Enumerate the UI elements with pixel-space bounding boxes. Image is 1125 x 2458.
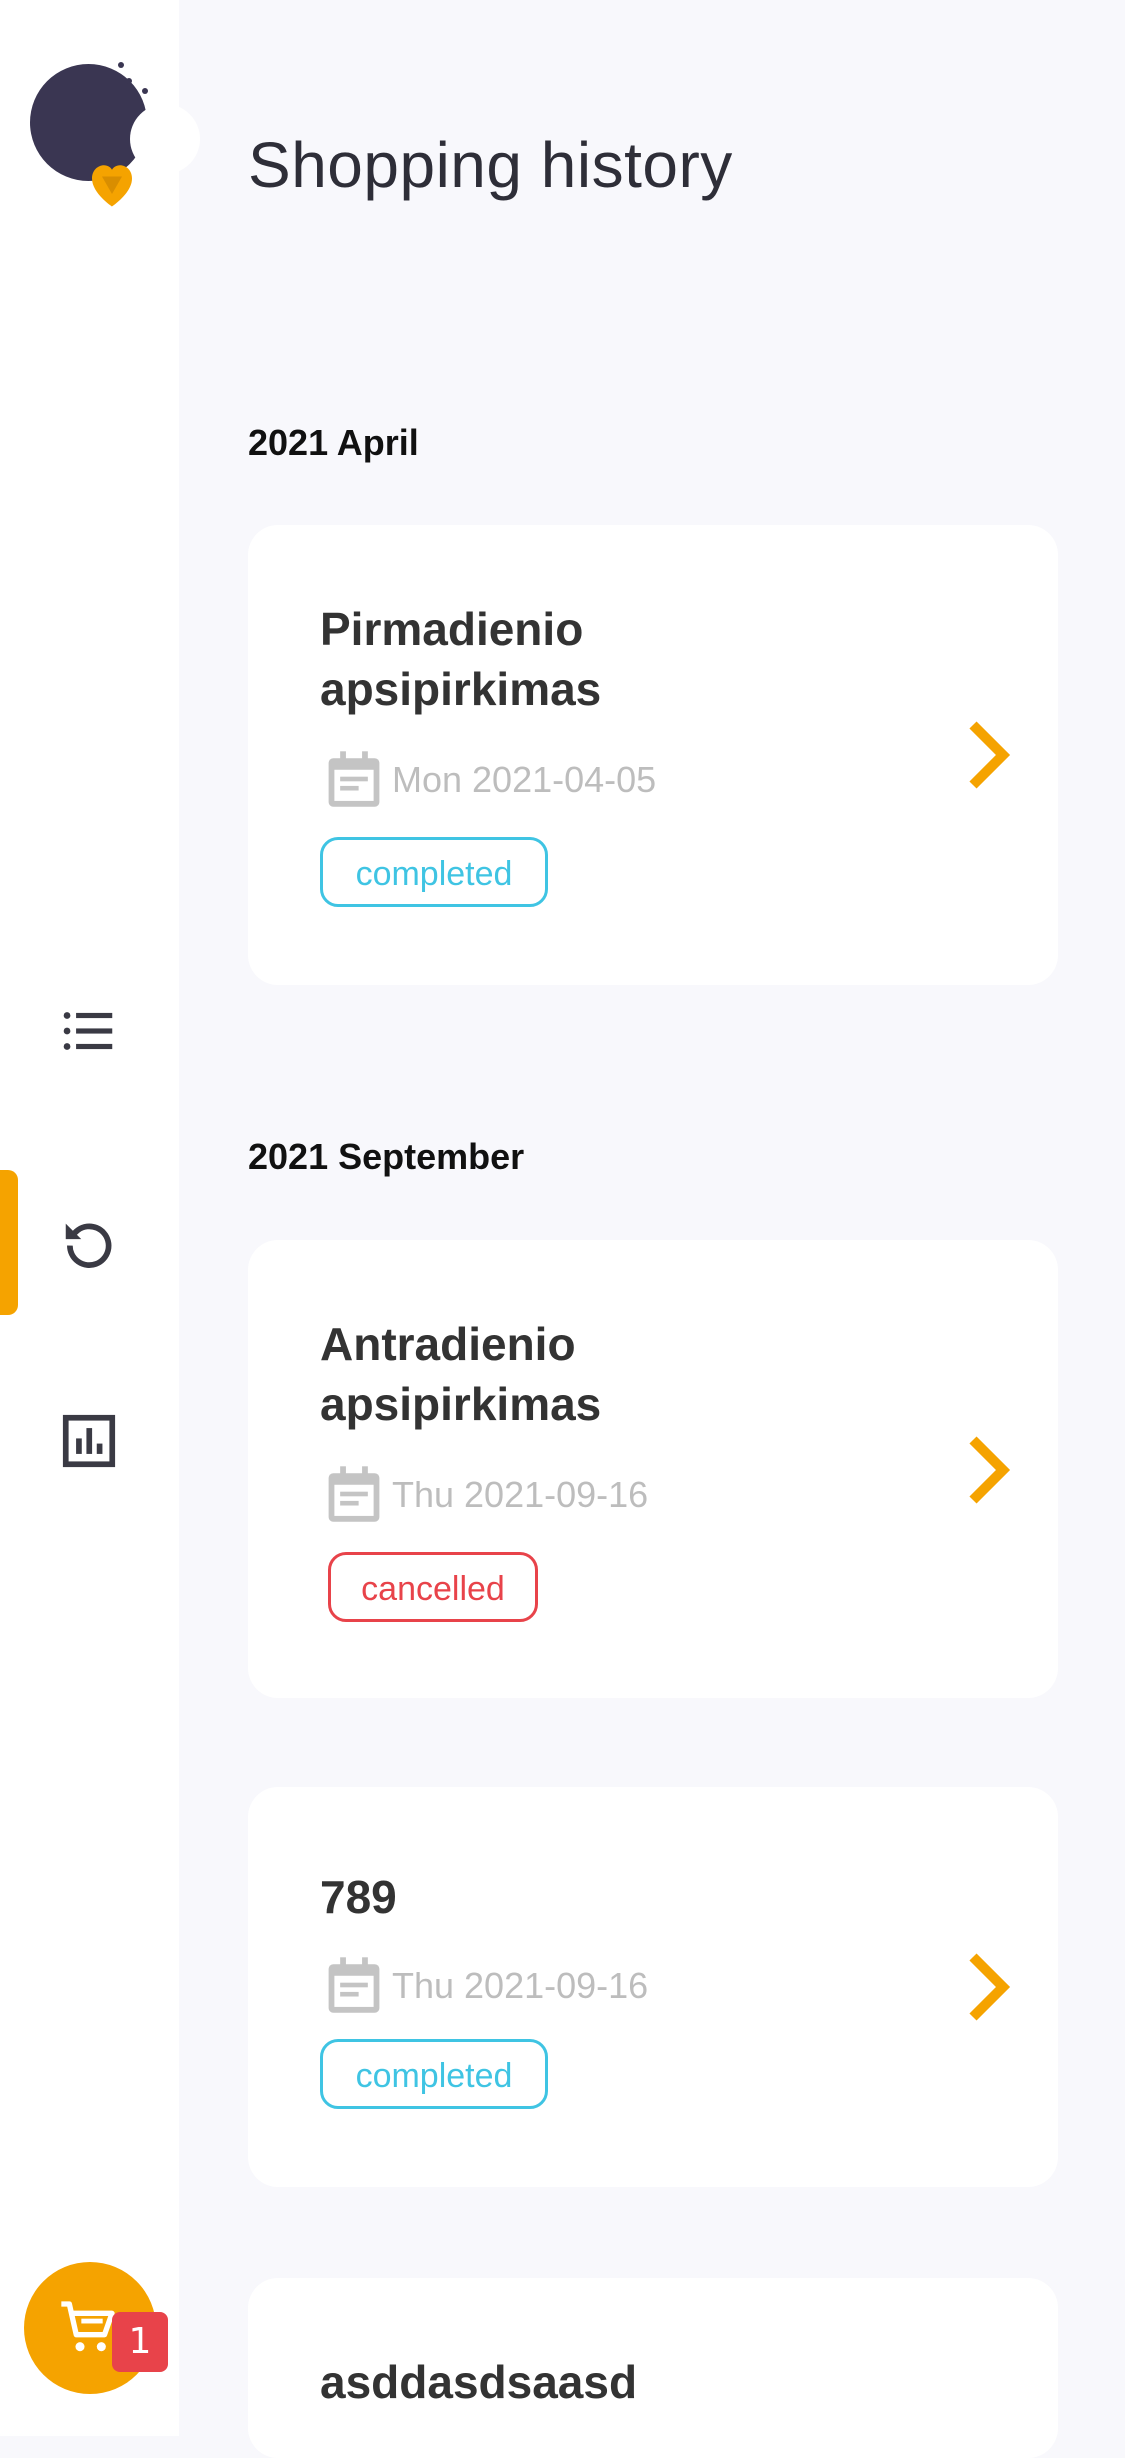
bar-chart-icon [62, 1414, 116, 1468]
sidebar-item-history[interactable] [0, 1170, 179, 1315]
order-title: asddasdsaasd [320, 2356, 638, 2408]
sidebar-item-list[interactable] [0, 958, 179, 1103]
status-badge: completed [320, 2039, 548, 2109]
page-title: Shopping history [248, 129, 733, 201]
history-icon [65, 1223, 112, 1268]
calendar-icon [328, 751, 380, 807]
logo-crumb [118, 62, 124, 68]
sidebar: 1 [0, 0, 200, 2436]
order-date: Mon 2021-04-05 [392, 759, 657, 800]
order-date: Thu 2021-09-16 [392, 1965, 649, 2006]
month-heading: 2021 September [248, 1136, 525, 1177]
chevron-right-icon[interactable] [958, 715, 1018, 795]
order-title: Antradienio apsipirkimas [320, 1318, 602, 1430]
logo-crumb [126, 78, 132, 84]
sidebar-item-stats[interactable] [0, 1368, 179, 1513]
order-title: Pirmadienio apsipirkimas [320, 603, 602, 715]
order-card[interactable]: Pirmadienio apsipirkimas Mon 2021-04-05 … [248, 525, 1058, 985]
chevron-right-icon[interactable] [958, 1430, 1018, 1510]
heart-icon [92, 165, 132, 207]
order-card[interactable]: 789 Thu 2021-09-16 completed [248, 1787, 1058, 2187]
chevron-right-icon[interactable] [958, 1947, 1018, 2027]
order-card[interactable]: Antradienio apsipirkimas Thu 2021-09-16 … [248, 1240, 1058, 1698]
calendar-icon [328, 1957, 380, 2013]
order-card[interactable]: asddasdsaasd [248, 2278, 1058, 2458]
status-badge: cancelled [328, 1552, 538, 1622]
cart-badge: 1 [112, 2312, 168, 2372]
list-icon [63, 1012, 113, 1050]
month-heading: 2021 April [248, 422, 419, 463]
calendar-icon [328, 1466, 380, 1522]
logo-crumb [142, 88, 148, 94]
status-badge: completed [320, 837, 548, 907]
order-date: Thu 2021-09-16 [392, 1474, 649, 1515]
cart-icon [61, 2301, 115, 2352]
order-title: 789 [320, 1871, 397, 1923]
